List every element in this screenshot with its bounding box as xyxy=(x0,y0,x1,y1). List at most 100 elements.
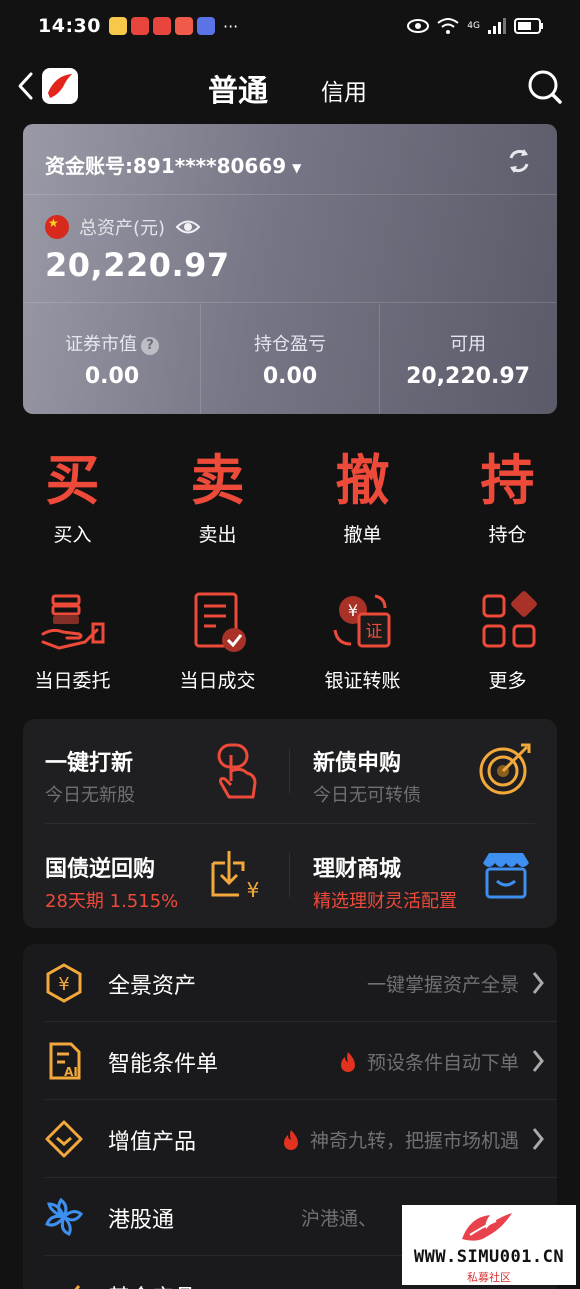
fund-chart-icon xyxy=(74,1285,81,1289)
app-notify-icon xyxy=(130,17,149,35)
notification-icons xyxy=(108,17,215,35)
app-logo xyxy=(42,68,78,104)
promo-title: 新债申购 xyxy=(313,751,402,776)
svg-text:¥: ¥ xyxy=(347,601,357,620)
total-assets-header: 总资产(元) xyxy=(45,214,201,240)
signal-icon xyxy=(488,18,506,34)
account-card: 资金账号:891****80669 ▼ 总资产(元) 20,220.97 证券市值… xyxy=(23,124,557,414)
divider xyxy=(289,853,290,897)
buy-glyph: 买 xyxy=(45,449,100,512)
fire-icon xyxy=(283,1129,298,1150)
positions-button[interactable]: 持 持仓 xyxy=(435,446,580,547)
wealth-mall[interactable]: 理财商城 精选理财灵活配置 xyxy=(313,851,457,913)
stat-market-value: 证券市值? 0.00 xyxy=(23,330,201,389)
ipo-subscribe[interactable]: 一键打新 今日无新股 xyxy=(45,745,135,807)
watermark-cn: 私募社区 xyxy=(467,1271,511,1284)
chevron-right-icon xyxy=(532,972,544,994)
app-notify-icon xyxy=(196,17,215,35)
cancel-glyph: 撤 xyxy=(335,449,390,512)
account-selector[interactable]: 资金账号:891****80669 ▼ xyxy=(45,150,301,179)
more-notifications: ··· xyxy=(222,16,239,36)
target-icon xyxy=(479,743,531,795)
list-item-title: 增值产品 xyxy=(108,1130,197,1155)
app-notify-icon xyxy=(108,17,127,35)
status-time: 14:30 xyxy=(38,15,101,37)
list-item-desc: 一键掌握资产全景 xyxy=(366,974,519,996)
cancel-order-button[interactable]: 撤 撤单 xyxy=(290,446,435,547)
sell-button[interactable]: 卖 卖出 xyxy=(145,446,290,547)
tab-credit[interactable]: 信用 xyxy=(321,73,367,107)
promo-title: 国债逆回购 xyxy=(45,857,156,882)
more-functions-button[interactable]: 更多 xyxy=(435,590,580,693)
chevron-right-icon xyxy=(532,1050,544,1072)
stat-position-pnl: 持仓盈亏 0.00 xyxy=(201,330,379,389)
positions-label: 持仓 xyxy=(488,524,527,546)
list-item-desc: 预设条件自动下单 xyxy=(366,1052,519,1074)
svg-text:¥: ¥ xyxy=(58,974,69,995)
function-label: 更多 xyxy=(488,670,527,692)
promo-subtitle: 今日无可转债 xyxy=(313,785,421,806)
list-item-desc: 神奇九转，把握市场机遇 xyxy=(309,1130,519,1152)
back-arrow-icon[interactable] xyxy=(14,70,38,102)
dropdown-caret-icon: ▼ xyxy=(292,160,302,175)
repo-download-icon: ¥ xyxy=(211,851,260,901)
list-item-title: 全景资产 xyxy=(108,974,197,999)
sell-label: 卖出 xyxy=(198,524,237,546)
svg-text:证: 证 xyxy=(365,622,382,642)
function-label: 银证转账 xyxy=(324,670,401,692)
list-item-title: 基金产品 xyxy=(108,1280,196,1289)
ai-document-icon: AI xyxy=(49,1042,81,1080)
stat-value: 0.00 xyxy=(262,364,318,389)
tab-normal[interactable]: 普通 xyxy=(208,66,268,110)
chevron-right-icon xyxy=(532,1128,544,1150)
stat-value: 0.00 xyxy=(84,364,140,389)
promo-subtitle: 精选理财灵活配置 xyxy=(313,891,457,912)
china-flag-icon xyxy=(45,215,69,239)
bank-transfer-button[interactable]: ¥ 证 银证转账 xyxy=(290,590,435,693)
help-icon[interactable]: ? xyxy=(141,337,159,355)
divider xyxy=(23,302,557,303)
total-assets-value: 20,220.97 xyxy=(45,246,230,284)
positions-glyph: 持 xyxy=(480,449,535,512)
bond-subscribe[interactable]: 新债申购 今日无可转债 xyxy=(313,745,421,807)
list-item-title: 港股通 xyxy=(108,1208,175,1233)
list-item-value-products[interactable]: 增值产品 神奇九转，把握市场机遇 xyxy=(23,1100,557,1178)
document-check-icon xyxy=(194,592,246,652)
promo-title: 一键打新 xyxy=(45,751,134,776)
reverse-repo[interactable]: 国债逆回购 28天期 1.515% xyxy=(45,851,178,913)
buy-label: 买入 xyxy=(53,524,92,546)
buy-button[interactable]: 买 买入 xyxy=(0,446,145,547)
today-trades-button[interactable]: 当日成交 xyxy=(145,590,290,693)
stat-label: 可用 xyxy=(450,334,486,355)
app-notify-icon xyxy=(152,17,171,35)
function-label: 当日成交 xyxy=(179,670,256,692)
shop-icon xyxy=(483,853,529,899)
svg-text:¥: ¥ xyxy=(247,878,260,901)
refresh-icon[interactable] xyxy=(505,146,533,176)
app-notify-icon xyxy=(174,17,193,35)
list-item-desc-wrap: 神奇九转，把握市场机遇 xyxy=(280,1126,519,1153)
promo-subtitle: 28天期 1.515% xyxy=(45,891,179,912)
total-assets-label: 总资产(元) xyxy=(79,218,166,239)
stat-label: 持仓盈亏 xyxy=(254,334,326,355)
promo-title: 理财商城 xyxy=(313,857,402,882)
bauhinia-icon xyxy=(45,1197,83,1236)
hand-coins-icon xyxy=(41,594,104,650)
network-type: 4G xyxy=(467,21,480,31)
eye-icon xyxy=(407,19,430,33)
watermark-logo xyxy=(462,1213,512,1241)
promo-panel: 一键打新 今日无新股 新债申购 今日无可转债 国债逆回购 28天期 1.515%… xyxy=(23,719,557,928)
svg-text:AI: AI xyxy=(64,1065,78,1079)
today-orders-button[interactable]: 当日委托 xyxy=(0,590,145,693)
divider xyxy=(23,194,557,195)
list-item-desc-wrap: 预设条件自动下单 xyxy=(337,1048,519,1075)
list-item-smart-order[interactable]: AI 智能条件单 预设条件自动下单 xyxy=(23,1022,557,1100)
list-item-panorama-assets[interactable]: ¥ 全景资产 一键掌握资产全景 xyxy=(23,944,557,1022)
account-number: 资金账号:891****80669 xyxy=(45,154,287,178)
bird-logo-icon xyxy=(48,74,72,98)
wifi-icon xyxy=(437,18,459,34)
diamond-icon xyxy=(45,1120,83,1158)
search-icon[interactable] xyxy=(527,69,563,105)
visibility-eye-icon[interactable] xyxy=(175,218,201,236)
watermark-site: WWW.SIMU001.CN xyxy=(413,1247,565,1267)
